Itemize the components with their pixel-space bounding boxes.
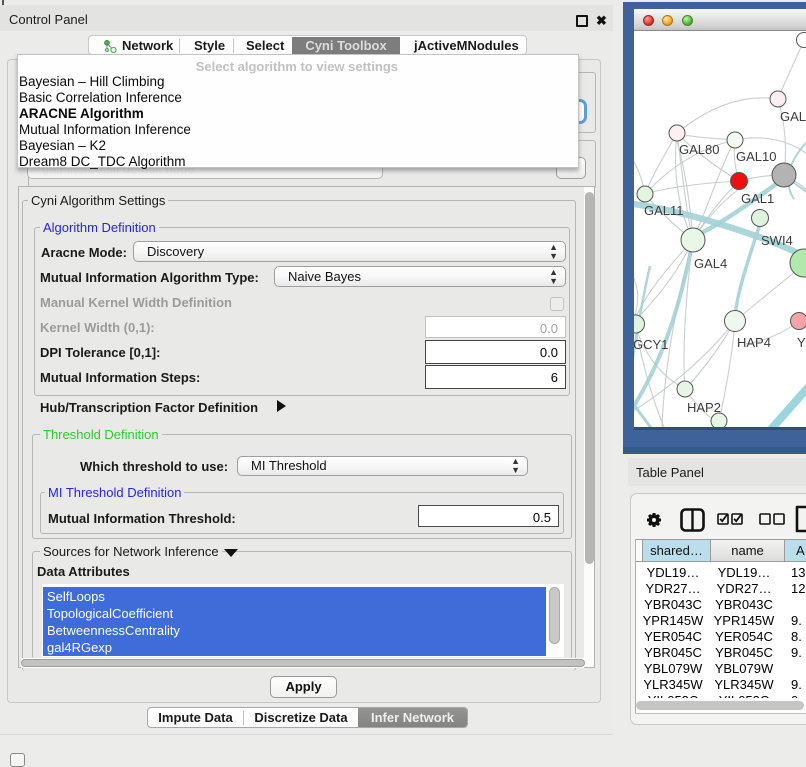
svg-text:GAL10: GAL10 — [736, 149, 776, 164]
svg-text:SWI4: SWI4 — [761, 233, 793, 248]
svg-text:GAL1: GAL1 — [741, 191, 774, 206]
svg-text:YEL: YEL — [797, 335, 806, 350]
svg-text:HAP4: HAP4 — [737, 335, 771, 350]
svg-text:GAL4: GAL4 — [694, 256, 727, 271]
svg-text:GAL7: GAL7 — [780, 109, 806, 124]
svg-text:GCY1: GCY1 — [634, 337, 668, 352]
svg-text:HAP2: HAP2 — [687, 400, 721, 415]
svg-text:GAL80: GAL80 — [679, 142, 719, 157]
svg-text:GAL11: GAL11 — [644, 203, 684, 218]
